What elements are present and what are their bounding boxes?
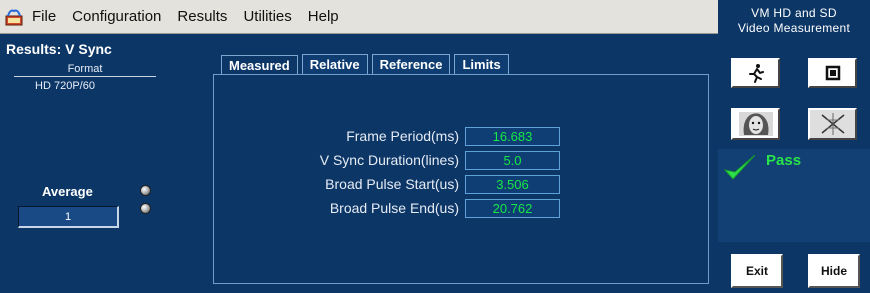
tab-limits[interactable]: Limits bbox=[454, 54, 509, 76]
run-button[interactable] bbox=[731, 58, 780, 88]
running-man-icon bbox=[748, 64, 764, 83]
measurement-label: Broad Pulse End(us) bbox=[329, 200, 459, 216]
menu-configuration[interactable]: Configuration bbox=[72, 8, 161, 25]
app-title: VM HD and SD Video Measurement bbox=[718, 0, 870, 44]
menu-results[interactable]: Results bbox=[177, 8, 227, 25]
measurement-value: 5.0 bbox=[465, 151, 560, 170]
app-title-line2: Video Measurement bbox=[737, 21, 851, 35]
results-title: Results: V Sync bbox=[6, 41, 112, 57]
measurement-value: 20.762 bbox=[465, 199, 560, 218]
menu-utilities[interactable]: Utilities bbox=[243, 8, 291, 25]
stop-button[interactable] bbox=[808, 58, 857, 88]
measurement-row: Broad Pulse End(us) 20.762 bbox=[213, 199, 709, 218]
cross-pattern-icon bbox=[821, 113, 844, 135]
hide-button[interactable]: Hide bbox=[808, 254, 860, 288]
measurement-value: 3.506 bbox=[465, 175, 560, 194]
tab-reference[interactable]: Reference bbox=[371, 54, 451, 76]
average-field[interactable]: 1 bbox=[18, 206, 119, 228]
menu-file[interactable]: File bbox=[32, 8, 56, 25]
measurement-label: V Sync Duration(lines) bbox=[319, 152, 459, 168]
tab-bar: Measured Relative Reference Limits bbox=[221, 54, 513, 77]
checkmark-icon bbox=[723, 152, 757, 187]
format-value: HD 720P/60 bbox=[35, 80, 95, 92]
pass-label: Pass bbox=[766, 152, 802, 169]
measurement-row: Frame Period(ms) 16.683 bbox=[213, 127, 709, 146]
face-button[interactable] bbox=[731, 108, 780, 140]
tab-relative[interactable]: Relative bbox=[301, 54, 368, 76]
average-up-knob[interactable] bbox=[140, 185, 151, 196]
stop-square-icon bbox=[825, 65, 840, 81]
face-image-icon bbox=[738, 112, 773, 136]
measurement-label: Frame Period(ms) bbox=[346, 128, 459, 144]
measurement-row: Broad Pulse Start(us) 3.506 bbox=[213, 175, 709, 194]
average-down-knob[interactable] bbox=[140, 203, 151, 214]
application-icon[interactable] bbox=[4, 7, 24, 27]
pattern-button[interactable] bbox=[808, 108, 857, 140]
measurement-row: V Sync Duration(lines) 5.0 bbox=[213, 151, 709, 170]
left-panel: Results: V Sync Format HD 720P/60 Averag… bbox=[0, 34, 205, 293]
average-label: Average bbox=[42, 184, 93, 199]
exit-button[interactable]: Exit bbox=[731, 254, 783, 288]
app-title-line1: VM HD and SD bbox=[751, 6, 837, 20]
menu-bar: File Configuration Results Utilities Hel… bbox=[0, 0, 718, 34]
measurement-label: Broad Pulse Start(us) bbox=[325, 176, 459, 192]
menu-help[interactable]: Help bbox=[308, 8, 339, 25]
format-label: Format bbox=[14, 63, 156, 77]
measurement-value: 16.683 bbox=[465, 127, 560, 146]
